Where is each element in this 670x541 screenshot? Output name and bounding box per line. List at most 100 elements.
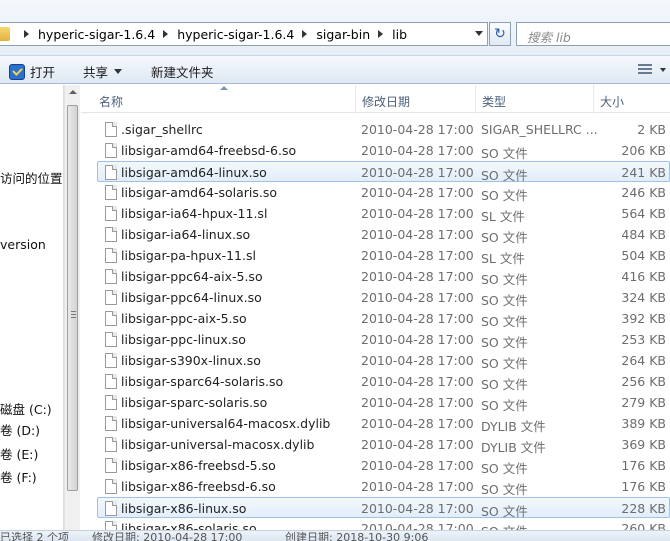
file-size: 206 KB — [621, 143, 666, 158]
table-row[interactable]: libsigar-ppc64-linux.so 2010-04-28 17:00 S… — [81, 287, 670, 308]
file-type: SL 文件 — [481, 251, 525, 266]
table-row[interactable]: libsigar-amd64-linux.so 2010-04-28 17:00 S… — [97, 161, 670, 183]
breadcrumb-item[interactable]: hyperic-sigar-1.6.4 — [177, 27, 294, 42]
nav-item-drive-c[interactable]: 磁盘 (C:) — [0, 399, 52, 418]
file-type: SO 文件 — [481, 272, 528, 287]
table-row[interactable]: libsigar-s390x-linux.so 2010-04-28 17:00 S… — [81, 350, 670, 371]
file-date: 2010-04-28 17:00 — [361, 290, 474, 305]
file-icon — [105, 227, 117, 242]
file-size: 246 KB — [621, 185, 666, 200]
file-icon — [105, 353, 117, 368]
column-size[interactable]: 大小 — [593, 85, 670, 113]
table-row[interactable]: libsigar-amd64-solaris.so 2010-04-28 17:0… — [81, 182, 670, 203]
nav-item-drive-e[interactable]: 卷 (E:) — [0, 444, 38, 463]
file-date: 2010-04-28 17:00 — [361, 269, 474, 284]
chevron-right-icon[interactable] — [378, 30, 384, 38]
breadcrumb: hyperic-sigar-1.6.4 hyperic-sigar-1.6.4 … — [16, 27, 407, 42]
table-row[interactable]: libsigar-universal-macosx.dylib 2010-04-2… — [81, 434, 670, 455]
nav-item-drive-d[interactable]: 卷 (D:) — [0, 420, 40, 439]
file-date: 2010-04-28 17:00 — [361, 353, 474, 368]
column-date[interactable]: 修改日期 — [355, 85, 475, 113]
new-folder-button[interactable]: 新建文件夹 — [151, 62, 214, 81]
address-bar[interactable]: hyperic-sigar-1.6.4 hyperic-sigar-1.6.4 … — [0, 22, 488, 46]
file-date: 2010-04-28 17:00 — [361, 332, 474, 347]
share-button[interactable]: 共享 — [83, 62, 123, 81]
file-date: 2010-04-28 17:00 — [361, 437, 474, 452]
scroll-up-icon[interactable] — [69, 90, 77, 94]
file-date: 2010-04-28 17:00 — [361, 206, 474, 221]
chevron-down-icon[interactable] — [660, 68, 666, 72]
file-size: 369 KB — [621, 437, 666, 452]
file-name: libsigar-amd64-freebsd-6.so — [121, 143, 297, 158]
file-date: 2010-04-28 17:00 — [361, 122, 474, 137]
chevron-right-icon[interactable] — [302, 30, 308, 38]
file-size: 264 KB — [621, 353, 666, 368]
table-row[interactable]: libsigar-x86-solaris.so 2010-04-28 17:00 S… — [81, 518, 670, 530]
file-date: 2010-04-28 17:00 — [361, 521, 474, 530]
address-bar-row: hyperic-sigar-1.6.4 hyperic-sigar-1.6.4 … — [0, 0, 670, 56]
file-icon — [105, 374, 117, 389]
file-date: 2010-04-28 17:00 — [361, 185, 474, 200]
table-row[interactable]: libsigar-x86-freebsd-6.so 2010-04-28 17:0… — [81, 476, 670, 497]
breadcrumb-item[interactable]: sigar-bin — [316, 27, 370, 42]
chevron-down-icon[interactable] — [475, 31, 483, 36]
file-size: 228 KB — [621, 501, 666, 516]
file-icon — [105, 122, 117, 137]
file-name: libsigar-x86-freebsd-5.so — [121, 458, 276, 473]
file-date: 2010-04-28 17:00 — [361, 374, 474, 389]
nav-scrollbar[interactable] — [64, 85, 80, 530]
nav-item-drive-f[interactable]: 卷 (F:) — [0, 467, 37, 486]
chevron-right-icon[interactable] — [24, 30, 29, 38]
table-row[interactable]: libsigar-ppc-linux.so 2010-04-28 17:00 SO … — [81, 329, 670, 350]
file-name: libsigar-ia64-linux.so — [121, 227, 251, 242]
file-name: libsigar-universal64-macosx.dylib — [121, 416, 331, 431]
table-row[interactable]: libsigar-ia64-hpux-11.sl 2010-04-28 17:00… — [81, 203, 670, 224]
refresh-icon: ↻ — [494, 26, 506, 42]
file-date: 2010-04-28 17:00 — [361, 311, 474, 326]
view-options-icon[interactable] — [638, 64, 652, 75]
table-row[interactable]: libsigar-universal64-macosx.dylib 2010-04… — [81, 413, 670, 434]
table-row[interactable]: libsigar-ppc-aix-5.so 2010-04-28 17:00 SO … — [81, 308, 670, 329]
table-row[interactable]: libsigar-x86-freebsd-5.so 2010-04-28 17:0… — [81, 455, 670, 476]
table-row[interactable]: libsigar-ppc64-aix-5.so 2010-04-28 17:00 S… — [81, 266, 670, 287]
file-type: SO 文件 — [481, 335, 528, 350]
open-button[interactable]: 打开 — [9, 62, 55, 81]
file-name: libsigar-amd64-linux.so — [121, 165, 267, 180]
nav-item[interactable]: version — [0, 237, 46, 252]
file-size: 416 KB — [621, 269, 666, 284]
column-type[interactable]: 类型 — [475, 85, 593, 113]
file-size: 279 KB — [621, 395, 666, 410]
refresh-button[interactable]: ↻ — [489, 22, 511, 46]
file-name: libsigar-s390x-linux.so — [121, 353, 261, 368]
table-row[interactable]: libsigar-ia64-linux.so 2010-04-28 17:00 SO… — [81, 224, 670, 245]
file-type: SO 文件 — [481, 377, 528, 392]
file-icon — [105, 437, 117, 452]
file-icon — [105, 311, 117, 326]
file-type: SO 文件 — [481, 521, 528, 530]
scrollbar-thumb[interactable] — [67, 105, 78, 491]
file-name: libsigar-ppc64-aix-5.so — [121, 269, 263, 284]
chevron-right-icon[interactable] — [163, 30, 169, 38]
share-label: 共享 — [83, 65, 109, 80]
nav-item[interactable]: 访问的位置 — [0, 168, 63, 187]
breadcrumb-item[interactable]: hyperic-sigar-1.6.4 — [38, 27, 155, 42]
file-icon — [105, 501, 117, 516]
breadcrumb-item[interactable]: lib — [392, 27, 407, 42]
file-size: 504 KB — [621, 248, 666, 263]
table-row[interactable]: libsigar-sparc-solaris.so 2010-04-28 17:0… — [81, 392, 670, 413]
file-icon — [105, 416, 117, 431]
folder-icon — [0, 27, 10, 41]
table-row[interactable]: libsigar-sparc64-solaris.so 2010-04-28 17… — [81, 371, 670, 392]
column-name[interactable]: 名称 — [81, 85, 355, 113]
file-icon — [105, 521, 117, 530]
command-bar: 打开 共享 新建文件夹 — [0, 56, 670, 84]
file-icon — [105, 395, 117, 410]
file-date: 2010-04-28 17:00 — [361, 395, 474, 410]
table-row[interactable]: libsigar-pa-hpux-11.sl 2010-04-28 17:00 SL… — [81, 245, 670, 266]
search-input[interactable]: 搜索 lib — [516, 22, 670, 46]
file-type: SO 文件 — [481, 482, 528, 497]
table-row[interactable]: libsigar-x86-linux.so 2010-04-28 17:00 SO … — [97, 497, 670, 519]
table-row[interactable]: .sigar_shellrc 2010-04-28 17:00 SIGAR_SHEL… — [81, 119, 670, 140]
table-row[interactable]: libsigar-amd64-freebsd-6.so 2010-04-28 17… — [81, 140, 670, 161]
file-list: 名称 修改日期 类型 大小 .sigar_shellrc 2010-04-28 1… — [81, 85, 670, 530]
